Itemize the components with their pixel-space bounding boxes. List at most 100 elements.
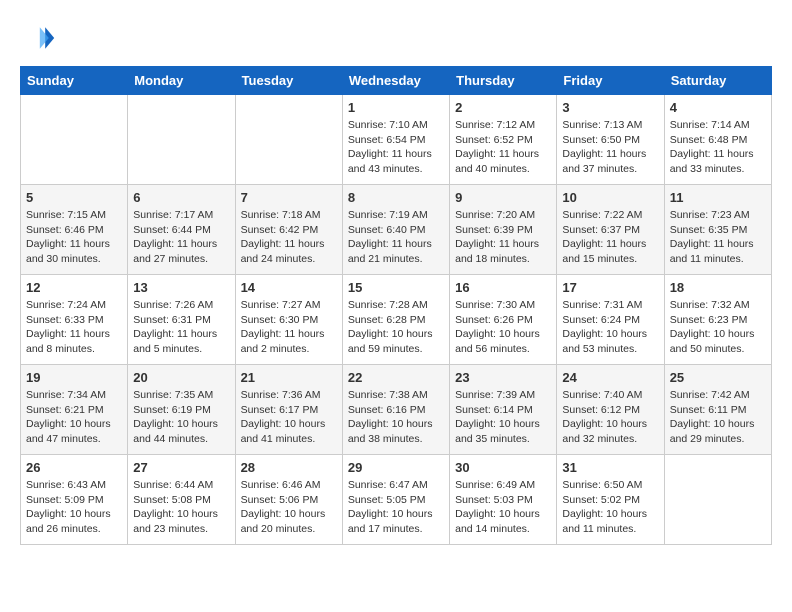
calendar-cell: 3 Sunrise: 7:13 AM Sunset: 6:50 PM Daylig… <box>557 95 664 185</box>
page-header <box>20 20 772 56</box>
calendar-cell: 30 Sunrise: 6:49 AM Sunset: 5:03 PM Dayli… <box>450 455 557 545</box>
day-info: Sunrise: 7:17 AM Sunset: 6:44 PM Dayligh… <box>133 208 229 267</box>
day-number: 30 <box>455 460 551 475</box>
day-info: Sunrise: 6:43 AM Sunset: 5:09 PM Dayligh… <box>26 478 122 537</box>
day-info: Sunrise: 6:49 AM Sunset: 5:03 PM Dayligh… <box>455 478 551 537</box>
day-info: Sunrise: 7:27 AM Sunset: 6:30 PM Dayligh… <box>241 298 337 357</box>
day-info: Sunrise: 7:12 AM Sunset: 6:52 PM Dayligh… <box>455 118 551 177</box>
day-number: 19 <box>26 370 122 385</box>
day-info: Sunrise: 6:44 AM Sunset: 5:08 PM Dayligh… <box>133 478 229 537</box>
day-info: Sunrise: 7:19 AM Sunset: 6:40 PM Dayligh… <box>348 208 444 267</box>
weekday-header-thursday: Thursday <box>450 67 557 95</box>
calendar-cell <box>664 455 771 545</box>
day-number: 10 <box>562 190 658 205</box>
day-number: 5 <box>26 190 122 205</box>
day-info: Sunrise: 7:34 AM Sunset: 6:21 PM Dayligh… <box>26 388 122 447</box>
day-info: Sunrise: 7:28 AM Sunset: 6:28 PM Dayligh… <box>348 298 444 357</box>
day-info: Sunrise: 7:32 AM Sunset: 6:23 PM Dayligh… <box>670 298 766 357</box>
calendar-cell: 26 Sunrise: 6:43 AM Sunset: 5:09 PM Dayli… <box>21 455 128 545</box>
calendar-cell: 22Sunrise: 7:38 AM Sunset: 6:16 PM Dayli… <box>342 365 449 455</box>
day-info: Sunrise: 7:10 AM Sunset: 6:54 PM Dayligh… <box>348 118 444 177</box>
day-number: 20 <box>133 370 229 385</box>
day-number: 1 <box>348 100 444 115</box>
week-row-2: 5 Sunrise: 7:15 AM Sunset: 6:46 PM Daylig… <box>21 185 772 275</box>
calendar-cell <box>235 95 342 185</box>
day-info: Sunrise: 7:14 AM Sunset: 6:48 PM Dayligh… <box>670 118 766 177</box>
day-info: Sunrise: 7:26 AM Sunset: 6:31 PM Dayligh… <box>133 298 229 357</box>
calendar-cell: 4 Sunrise: 7:14 AM Sunset: 6:48 PM Daylig… <box>664 95 771 185</box>
calendar-cell: 6Sunrise: 7:17 AM Sunset: 6:44 PM Daylig… <box>128 185 235 275</box>
day-number: 12 <box>26 280 122 295</box>
weekday-header-wednesday: Wednesday <box>342 67 449 95</box>
calendar-cell: 28 Sunrise: 6:46 AM Sunset: 5:06 PM Dayli… <box>235 455 342 545</box>
weekday-header-friday: Friday <box>557 67 664 95</box>
week-row-4: 19 Sunrise: 7:34 AM Sunset: 6:21 PM Dayli… <box>21 365 772 455</box>
day-number: 11 <box>670 190 766 205</box>
day-number: 13 <box>133 280 229 295</box>
day-number: 31 <box>562 460 658 475</box>
weekday-header-tuesday: Tuesday <box>235 67 342 95</box>
day-info: Sunrise: 7:23 AM Sunset: 6:35 PM Dayligh… <box>670 208 766 267</box>
day-number: 23 <box>455 370 551 385</box>
calendar-cell: 10Sunrise: 7:22 AM Sunset: 6:37 PM Dayli… <box>557 185 664 275</box>
day-info: Sunrise: 7:24 AM Sunset: 6:33 PM Dayligh… <box>26 298 122 357</box>
calendar-cell: 11 Sunrise: 7:23 AM Sunset: 6:35 PM Dayli… <box>664 185 771 275</box>
day-number: 25 <box>670 370 766 385</box>
weekday-header-row: SundayMondayTuesdayWednesdayThursdayFrid… <box>21 67 772 95</box>
day-info: Sunrise: 7:15 AM Sunset: 6:46 PM Dayligh… <box>26 208 122 267</box>
calendar-cell: 21Sunrise: 7:36 AM Sunset: 6:17 PM Dayli… <box>235 365 342 455</box>
calendar-cell: 5 Sunrise: 7:15 AM Sunset: 6:46 PM Daylig… <box>21 185 128 275</box>
week-row-1: 1 Sunrise: 7:10 AM Sunset: 6:54 PM Daylig… <box>21 95 772 185</box>
day-number: 3 <box>562 100 658 115</box>
calendar-cell: 8 Sunrise: 7:19 AM Sunset: 6:40 PM Daylig… <box>342 185 449 275</box>
calendar-cell: 7 Sunrise: 7:18 AM Sunset: 6:42 PM Daylig… <box>235 185 342 275</box>
day-number: 22 <box>348 370 444 385</box>
day-number: 2 <box>455 100 551 115</box>
day-number: 4 <box>670 100 766 115</box>
day-number: 16 <box>455 280 551 295</box>
day-number: 24 <box>562 370 658 385</box>
calendar-cell: 20 Sunrise: 7:35 AM Sunset: 6:19 PM Dayli… <box>128 365 235 455</box>
day-number: 9 <box>455 190 551 205</box>
day-number: 28 <box>241 460 337 475</box>
calendar-cell: 14 Sunrise: 7:27 AM Sunset: 6:30 PM Dayli… <box>235 275 342 365</box>
calendar-cell: 18Sunrise: 7:32 AM Sunset: 6:23 PM Dayli… <box>664 275 771 365</box>
day-info: Sunrise: 7:40 AM Sunset: 6:12 PM Dayligh… <box>562 388 658 447</box>
calendar-cell: 25 Sunrise: 7:42 AM Sunset: 6:11 PM Dayli… <box>664 365 771 455</box>
week-row-3: 12 Sunrise: 7:24 AM Sunset: 6:33 PM Dayli… <box>21 275 772 365</box>
day-info: Sunrise: 7:18 AM Sunset: 6:42 PM Dayligh… <box>241 208 337 267</box>
calendar-cell: 24 Sunrise: 7:40 AM Sunset: 6:12 PM Dayli… <box>557 365 664 455</box>
weekday-header-sunday: Sunday <box>21 67 128 95</box>
day-info: Sunrise: 7:35 AM Sunset: 6:19 PM Dayligh… <box>133 388 229 447</box>
calendar-cell: 17Sunrise: 7:31 AM Sunset: 6:24 PM Dayli… <box>557 275 664 365</box>
day-info: Sunrise: 7:13 AM Sunset: 6:50 PM Dayligh… <box>562 118 658 177</box>
calendar-cell: 29Sunrise: 6:47 AM Sunset: 5:05 PM Dayli… <box>342 455 449 545</box>
day-number: 26 <box>26 460 122 475</box>
day-number: 8 <box>348 190 444 205</box>
logo <box>20 20 60 56</box>
day-number: 14 <box>241 280 337 295</box>
calendar-cell: 1 Sunrise: 7:10 AM Sunset: 6:54 PM Daylig… <box>342 95 449 185</box>
calendar-cell: 23 Sunrise: 7:39 AM Sunset: 6:14 PM Dayli… <box>450 365 557 455</box>
calendar-cell: 27 Sunrise: 6:44 AM Sunset: 5:08 PM Dayli… <box>128 455 235 545</box>
day-info: Sunrise: 6:50 AM Sunset: 5:02 PM Dayligh… <box>562 478 658 537</box>
day-info: Sunrise: 6:47 AM Sunset: 5:05 PM Dayligh… <box>348 478 444 537</box>
logo-icon <box>20 20 56 56</box>
calendar-table: SundayMondayTuesdayWednesdayThursdayFrid… <box>20 66 772 545</box>
day-info: Sunrise: 7:30 AM Sunset: 6:26 PM Dayligh… <box>455 298 551 357</box>
calendar-cell: 19 Sunrise: 7:34 AM Sunset: 6:21 PM Dayli… <box>21 365 128 455</box>
day-info: Sunrise: 7:42 AM Sunset: 6:11 PM Dayligh… <box>670 388 766 447</box>
calendar-cell: 12 Sunrise: 7:24 AM Sunset: 6:33 PM Dayli… <box>21 275 128 365</box>
day-number: 27 <box>133 460 229 475</box>
calendar-cell: 9 Sunrise: 7:20 AM Sunset: 6:39 PM Daylig… <box>450 185 557 275</box>
weekday-header-saturday: Saturday <box>664 67 771 95</box>
calendar-cell <box>21 95 128 185</box>
day-info: Sunrise: 6:46 AM Sunset: 5:06 PM Dayligh… <box>241 478 337 537</box>
day-number: 21 <box>241 370 337 385</box>
calendar-cell: 31 Sunrise: 6:50 AM Sunset: 5:02 PM Dayli… <box>557 455 664 545</box>
day-info: Sunrise: 7:39 AM Sunset: 6:14 PM Dayligh… <box>455 388 551 447</box>
calendar-cell: 16 Sunrise: 7:30 AM Sunset: 6:26 PM Dayli… <box>450 275 557 365</box>
weekday-header-monday: Monday <box>128 67 235 95</box>
day-number: 7 <box>241 190 337 205</box>
day-info: Sunrise: 7:20 AM Sunset: 6:39 PM Dayligh… <box>455 208 551 267</box>
